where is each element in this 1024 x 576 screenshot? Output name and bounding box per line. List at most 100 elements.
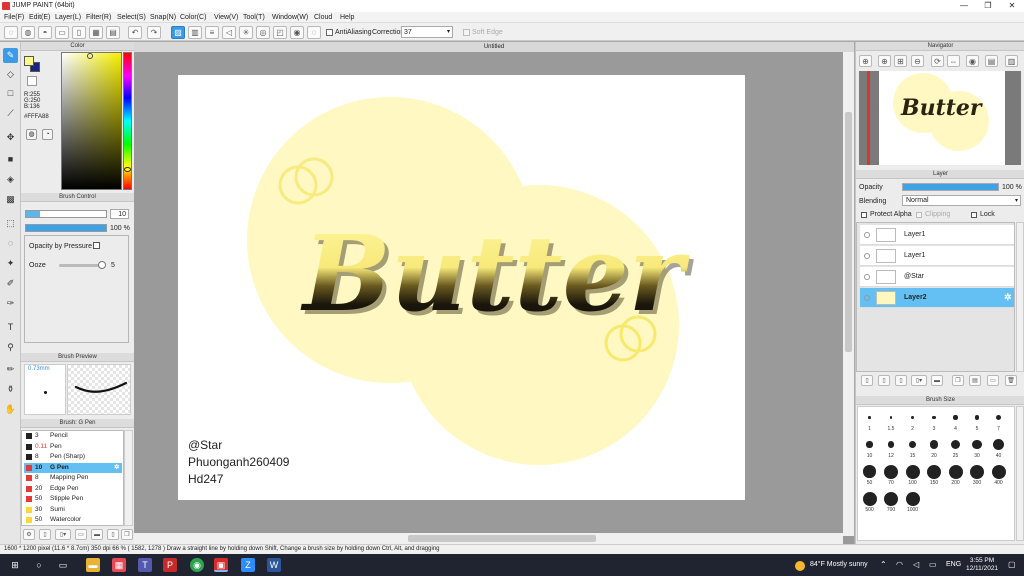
layer-row[interactable]: Layer1 [860,246,1014,266]
transparent-color-swatch[interactable] [27,76,37,86]
eyedropper-icon[interactable]: ◔ [42,129,53,140]
menu-select[interactable]: Select(S) [117,14,146,21]
language-indicator[interactable]: ENG [946,561,961,568]
snap-settings-icon[interactable]: ◌ [307,26,321,39]
brush-size-option[interactable]: 50 [859,464,880,490]
fill-rect-tool-icon[interactable]: ■ [3,152,18,167]
visibility-eye-icon[interactable] [864,274,870,280]
navigator-grid-icon[interactable]: ▤ [985,55,998,67]
brush-size-option[interactable]: 300 [967,464,988,490]
line-tool-icon[interactable]: ⟋ [3,106,18,121]
delete-layer-icon[interactable]: 🗑 [1005,375,1017,386]
brush-item-stipple-pen[interactable]: 50 Stipple Pen [24,494,122,505]
snap-lines-icon[interactable]: ≡ [205,26,219,39]
foreground-color-swatch[interactable] [24,56,34,66]
grid-icon[interactable]: ▦ [89,26,103,39]
brush-size-scrollbar[interactable] [1016,406,1024,541]
chrome-icon[interactable]: ◉ [190,558,204,572]
select-eraser-tool-icon[interactable]: ✑ [3,296,18,311]
menu-edit[interactable]: Edit(E) [29,14,50,21]
battery-icon[interactable]: ▭ [929,560,937,569]
blending-select[interactable]: Normal ▾ [902,195,1021,206]
select-tool-icon[interactable]: ⬚ [3,216,18,231]
brush-size-option[interactable]: 700 [881,491,902,517]
canvas-vertical-scrollbar[interactable] [843,52,854,536]
notifications-icon[interactable]: ▢ [1008,560,1016,569]
rotate-icon[interactable]: ⟳ [931,55,944,67]
brush-item-pen-sharp[interactable]: 8 Pen (Sharp) [24,452,122,463]
rectangle-tool-icon[interactable]: □ [3,86,18,101]
operation-tool-icon[interactable]: ⚲ [3,340,18,355]
horizontal-scroll-thumb[interactable] [408,535,596,542]
brush-item-g-pen[interactable]: 10 G Pen ✲ [24,462,122,474]
move-tool-icon[interactable]: ✥ [3,130,18,145]
protect-alpha-checkbox[interactable] [861,212,867,218]
menu-tool[interactable]: Tool(T) [243,14,265,21]
brush-item-pen[interactable]: 0.11 Pen [24,442,122,453]
correction-select[interactable]: 37 ▾ [401,26,453,38]
new-raster-layer-icon[interactable]: ▯ [878,375,890,386]
rotate-reset-icon[interactable]: ◉ [966,55,979,67]
brush-size-option[interactable]: 70 [881,464,902,490]
lasso-tool-icon[interactable]: ◌ [3,236,18,251]
app-icon-dark-red[interactable]: P [163,558,177,572]
brush-size-option[interactable]: 3 [924,410,945,436]
hue-slider[interactable] [123,52,132,190]
brush-size-option[interactable]: 15 [902,437,923,463]
menu-snap[interactable]: Snap(N) [150,14,176,21]
layer-row[interactable]: @Star [860,267,1014,287]
jump-paint-taskbar-icon[interactable]: ▣ [214,558,228,572]
open-icon[interactable]: ◍ [21,26,35,39]
visibility-eye-icon[interactable] [864,295,870,301]
weather-text[interactable]: 84°F Mostly sunny [810,561,868,568]
layer-row-selected[interactable]: Layer2 ✲ [860,288,1014,308]
brush-size-option[interactable]: 4 [945,410,966,436]
close-button[interactable]: ✕ [1000,0,1024,12]
network-icon[interactable]: ◠ [896,560,903,569]
brush-settings-icon[interactable]: ⚙ [23,529,35,540]
pen-tool-icon[interactable]: ✎ [3,48,18,63]
brush-export-icon[interactable]: ▯ [107,529,119,540]
brush-item-edge-pen[interactable]: 20 Edge Pen [24,484,122,495]
brush-new-icon[interactable]: ▯ [39,529,51,540]
brush-size-option[interactable]: 200 [945,464,966,490]
layer-list-scrollbar[interactable] [1016,222,1024,372]
brush-copy-icon[interactable]: ▯▾ [55,529,71,540]
zoom-in-icon[interactable]: ⊕ [859,55,872,67]
eyedropper-tool-icon[interactable]: ⚱ [3,382,18,397]
brush-size-option[interactable]: 10 [859,437,880,463]
windows-start-icon[interactable]: ⊞ [8,558,22,572]
color-wheel-icon[interactable]: ◍ [26,129,37,140]
new-tone-layer-icon[interactable]: ▯ [895,375,907,386]
brush-duplicate-icon[interactable]: ❐ [121,529,133,540]
hue-slider-handle[interactable] [124,167,131,172]
brush-item-pencil[interactable]: 3 Pencil [24,431,122,442]
zoom-in-alt-icon[interactable]: ⊕ [878,55,891,67]
brush-folder-icon[interactable]: ▬ [91,529,103,540]
snap-curve-icon[interactable]: ◰ [273,26,287,39]
brush-list-scrollbar[interactable] [124,430,133,526]
saturation-value-picker[interactable] [61,52,122,190]
navigator-save-icon[interactable]: ▥ [1005,55,1018,67]
brush-size-slider[interactable] [25,210,107,218]
brush-size-option[interactable]: 500 [859,491,880,517]
brush-size-option[interactable]: 150 [924,464,945,490]
brush-tool-icon[interactable]: ✏ [3,362,18,377]
fit-icon[interactable]: ⊞ [894,55,907,67]
canvas-horizontal-scrollbar[interactable] [134,533,843,544]
brush-size-option[interactable]: 1 [859,410,880,436]
gear-icon[interactable]: ✲ [114,463,119,474]
ooze-slider[interactable] [59,261,106,269]
brush-size-option[interactable]: 100 [902,464,923,490]
layer-row[interactable]: Layer1 [860,225,1014,245]
speech-icon[interactable]: ◓ [38,26,52,39]
vertical-scroll-thumb[interactable] [845,112,852,352]
brush-size-option[interactable]: 12 [881,437,902,463]
text-tool-icon[interactable]: T [3,320,18,335]
teams-icon[interactable]: T [138,558,152,572]
color-picker-cursor[interactable] [87,53,93,59]
page-icon[interactable]: ▯ [72,26,86,39]
file-explorer-icon[interactable]: ▬ [86,558,100,572]
word-icon[interactable]: W [267,558,281,572]
layer-options-dropdown-icon[interactable]: ▯▾ [911,375,927,386]
